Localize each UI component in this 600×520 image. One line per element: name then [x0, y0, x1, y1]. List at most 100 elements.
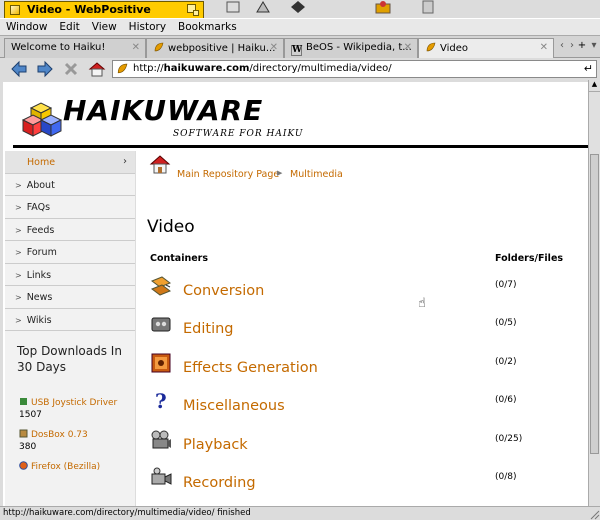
zoom-box[interactable]: [187, 4, 199, 16]
firefox-icon: [19, 461, 28, 470]
window-tab[interactable]: Video - WebPositive: [4, 1, 204, 18]
sidebar-item-links[interactable]: > Links: [5, 264, 135, 286]
site-header: HAIKUWARE SOFTWARE FOR HAIKU: [3, 82, 588, 148]
menu-edit[interactable]: Edit: [53, 19, 85, 35]
projector-icon: [151, 430, 171, 449]
container-link[interactable]: Miscellaneous: [183, 398, 285, 414]
go-icon[interactable]: ↵: [584, 62, 593, 75]
tab-wikipedia[interactable]: W BeOS - Wikipedia, t... ✕: [284, 38, 418, 58]
new-tab-button[interactable]: +: [576, 40, 588, 54]
forward-icon[interactable]: [36, 60, 54, 78]
desktop-icon[interactable]: [225, 0, 241, 14]
tab-welcome[interactable]: Welcome to Haiku! ✕: [4, 38, 146, 58]
url-prefix: http://: [133, 63, 164, 74]
chevron-right-icon: ›: [123, 156, 127, 167]
list-item: Editing (0/5): [150, 311, 580, 347]
container-link[interactable]: Editing: [183, 321, 234, 337]
sidebar-item-forum[interactable]: > Forum: [5, 241, 135, 264]
breadcrumb-link[interactable]: Main Repository Page: [177, 169, 279, 180]
download-count: 1507: [19, 410, 42, 420]
arrow-icon: >: [15, 293, 22, 302]
tab-webpositive[interactable]: webpositive | Haiku... ✕: [146, 38, 284, 58]
close-tab-icon[interactable]: ✕: [270, 42, 278, 53]
folder-file-count: (0/6): [495, 395, 517, 405]
arrow-icon: >: [15, 225, 22, 235]
menu-history[interactable]: History: [123, 19, 172, 35]
sidebar-item-about[interactable]: > About: [5, 174, 135, 196]
menu-bookmarks[interactable]: Bookmarks: [172, 19, 243, 35]
list-item: ? Miscellaneous (0/6): [150, 388, 580, 424]
arrow-icon: >: [15, 270, 22, 280]
desktop-icon[interactable]: [290, 0, 306, 14]
dosbox-icon: [19, 429, 28, 438]
arrow-icon: >: [15, 248, 22, 257]
close-box[interactable]: [10, 5, 20, 15]
sidebar-item-feeds[interactable]: > Feeds: [5, 219, 135, 241]
desktop-icon[interactable]: [420, 0, 436, 14]
arrow-icon: >: [15, 315, 22, 325]
status-text: http://haikuware.com/directory/multimedi…: [3, 508, 251, 518]
tab-label: Welcome to Haiku!: [11, 42, 106, 53]
home-icon[interactable]: [88, 60, 106, 78]
wikipedia-icon: W: [291, 45, 303, 56]
sidebar-item-label: FAQs: [26, 202, 51, 213]
site-logo[interactable]: HAIKUWARE: [63, 94, 263, 127]
tab-label: webpositive | Haiku...: [168, 43, 276, 54]
scroll-thumb[interactable]: [590, 154, 599, 454]
container-link[interactable]: Conversion: [183, 283, 264, 299]
sidebar-item-news[interactable]: > News: [5, 286, 135, 309]
top-downloads-title: Top Downloads In 30 Days: [17, 344, 122, 374]
list-item: Conversion (0/7): [150, 273, 580, 309]
question-icon: ?: [155, 390, 167, 412]
menu-window[interactable]: Window: [0, 19, 53, 35]
desktop-icon[interactable]: [375, 0, 391, 14]
resize-handle-icon[interactable]: [588, 508, 600, 520]
tab-menu-icon[interactable]: ▾: [588, 40, 600, 54]
breadcrumb-separator-icon: ▶: [277, 169, 283, 177]
tab-video[interactable]: Video ✕: [418, 38, 554, 59]
url-text: http://haikuware.com/directory/multimedi…: [133, 63, 392, 74]
main-content: Main Repository Page ▶ Multimedia Video …: [141, 151, 588, 506]
download-link[interactable]: DosBox 0.73: [31, 430, 88, 440]
url-input[interactable]: http://haikuware.com/directory/multimedi…: [112, 60, 597, 78]
sidebar-item-wikis[interactable]: > Wikis: [5, 309, 135, 331]
download-link[interactable]: USB Joystick Driver: [31, 398, 117, 408]
desktop-icon[interactable]: [255, 0, 271, 14]
close-tab-icon[interactable]: ✕: [540, 42, 548, 53]
close-tab-icon[interactable]: ✕: [404, 42, 412, 53]
url-path: /directory/multimedia/video/: [249, 63, 392, 74]
conversion-icon: [150, 276, 172, 296]
folder-file-count: (0/7): [495, 280, 517, 290]
stop-icon[interactable]: [62, 60, 80, 78]
effects-icon: [151, 353, 171, 373]
sidebar: Home › > About > FAQs > Feeds > Forum > Links…: [5, 151, 136, 506]
vertical-scrollbar[interactable]: ▲: [588, 80, 600, 506]
sidebar-item-label: Wikis: [26, 314, 52, 326]
container-link[interactable]: Playback: [183, 437, 248, 453]
sidebar-item-label: About: [26, 179, 55, 191]
scroll-up-icon[interactable]: ▲: [589, 80, 600, 92]
column-header-containers: Containers: [150, 253, 209, 264]
download-link[interactable]: Firefox (Bezilla): [31, 462, 100, 472]
close-tab-icon[interactable]: ✕: [132, 42, 140, 53]
site-tagline: SOFTWARE FOR HAIKU: [173, 129, 304, 139]
haiku-leaf-icon: [153, 42, 164, 53]
navigation-bar: http://haikuware.com/directory/multimedi…: [0, 58, 600, 80]
folder-file-count: (0/5): [495, 318, 517, 328]
back-icon[interactable]: [10, 60, 28, 78]
container-link[interactable]: Effects Generation: [183, 360, 318, 376]
folder-file-count: (0/2): [495, 357, 517, 367]
web-page: HAIKUWARE SOFTWARE FOR HAIKU Home › > Abo…: [3, 82, 588, 506]
container-link[interactable]: Recording: [183, 475, 256, 491]
breadcrumb-link[interactable]: Multimedia: [290, 169, 343, 180]
menu-view[interactable]: View: [86, 19, 123, 35]
sidebar-item-faqs[interactable]: > FAQs: [5, 196, 135, 219]
status-bar: http://haikuware.com/directory/multimedi…: [0, 506, 600, 520]
header-divider: [13, 145, 588, 148]
folder-file-count: (0/8): [495, 472, 517, 482]
download-item: Firefox (Bezilla): [5, 461, 135, 473]
sidebar-item-home[interactable]: Home ›: [5, 151, 135, 174]
joystick-icon: [20, 398, 27, 405]
home-icon[interactable]: [149, 153, 171, 175]
folder-file-count: (0/25): [495, 434, 523, 444]
